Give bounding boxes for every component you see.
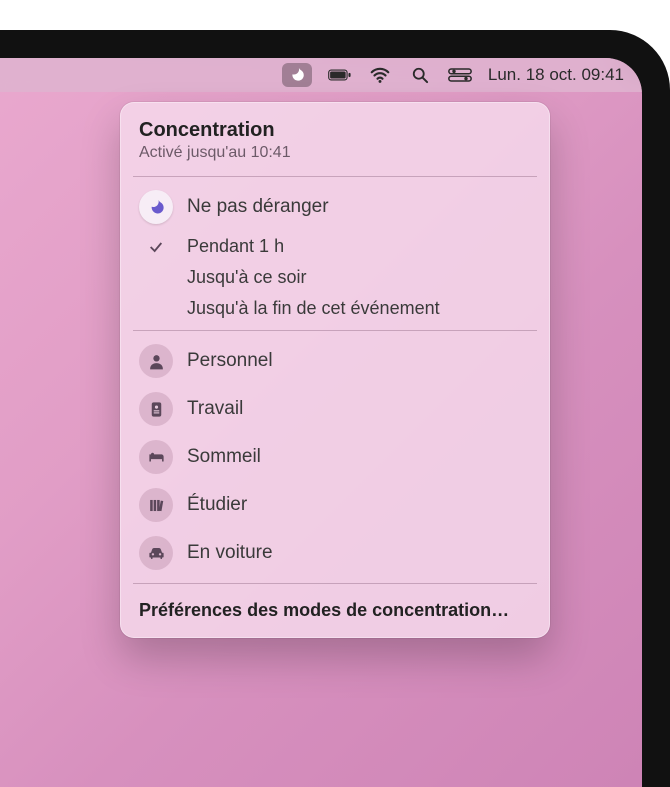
focus-mode-driving[interactable]: En voiture [121,529,549,577]
divider [133,583,537,584]
focus-mode-sleep[interactable]: Sommeil [121,433,549,481]
control-center-icon[interactable] [448,63,472,87]
focus-mode-label: Personnel [187,350,273,372]
focus-menu-icon[interactable] [282,63,312,87]
divider [133,176,537,177]
divider [133,330,537,331]
check-icon [139,239,173,255]
focus-mode-dnd[interactable]: Ne pas déranger [121,183,549,231]
screen: Lun. 18 oct. 09:41 Concentration Activé … [0,58,642,787]
device-bezel: Lun. 18 oct. 09:41 Concentration Activé … [0,30,670,787]
dnd-option-label: Jusqu'à la fin de cet événement [187,298,440,319]
focus-panel: Concentration Activé jusqu'au 10:41 Ne p… [120,102,550,638]
car-icon [139,536,173,570]
wifi-icon[interactable] [368,63,392,87]
dnd-option-1h[interactable]: Pendant 1 h [121,231,549,262]
badge-icon [139,392,173,426]
battery-icon[interactable] [328,63,352,87]
books-icon [139,488,173,522]
spotlight-icon[interactable] [408,63,432,87]
focus-preferences-link[interactable]: Préférences des modes de concentration… [121,590,549,627]
focus-mode-work[interactable]: Travail [121,385,549,433]
dnd-option-label: Pendant 1 h [187,236,284,257]
focus-mode-label: Étudier [187,494,247,516]
focus-mode-study[interactable]: Étudier [121,481,549,529]
focus-mode-label: Sommeil [187,446,261,468]
dnd-option-label: Jusqu'à ce soir [187,267,307,288]
focus-panel-title: Concentration [139,119,531,142]
dnd-option-evening[interactable]: Jusqu'à ce soir [121,262,549,293]
focus-mode-label: En voiture [187,542,273,564]
bed-icon [139,440,173,474]
menubar: Lun. 18 oct. 09:41 [0,58,642,92]
focus-mode-personal[interactable]: Personnel [121,337,549,385]
menubar-datetime[interactable]: Lun. 18 oct. 09:41 [488,65,624,85]
focus-mode-label: Travail [187,398,243,420]
focus-mode-label: Ne pas déranger [187,196,329,218]
focus-panel-header: Concentration Activé jusqu'au 10:41 [121,117,549,170]
dnd-option-event-end[interactable]: Jusqu'à la fin de cet événement [121,293,549,324]
person-icon [139,344,173,378]
moon-icon [139,190,173,224]
focus-panel-subtitle: Activé jusqu'au 10:41 [139,144,531,162]
